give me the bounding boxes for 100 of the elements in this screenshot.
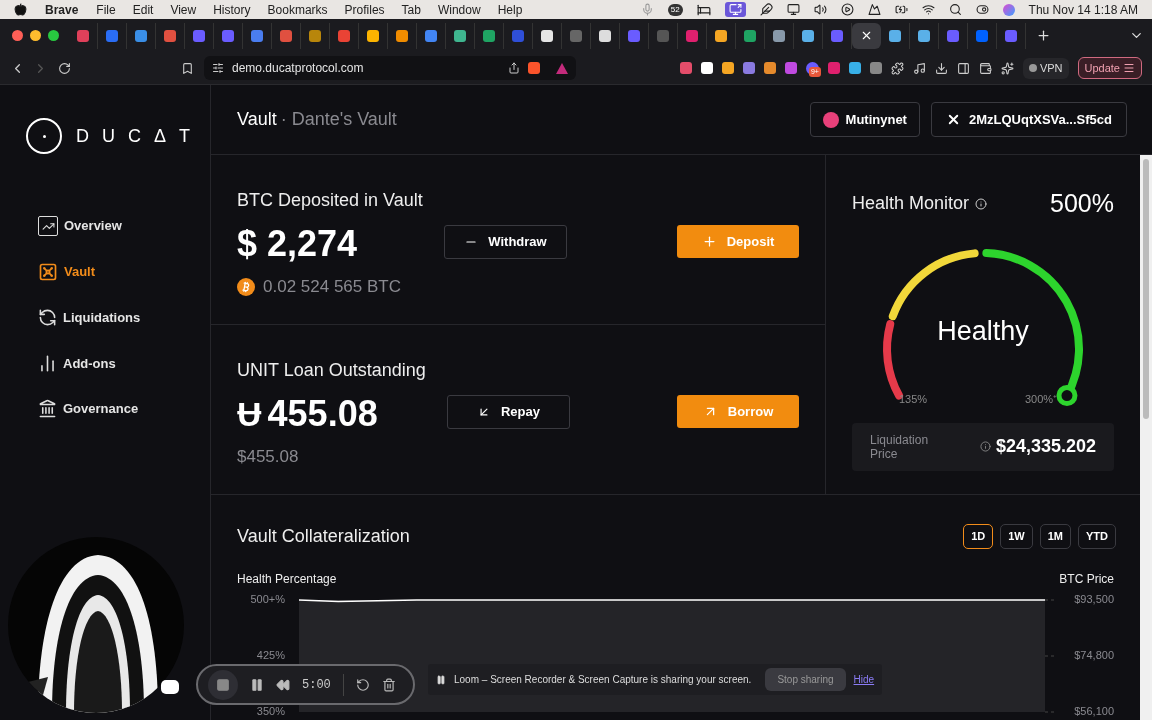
screen-share-icon[interactable] [724,2,746,17]
wallet-button[interactable]: 2MzLQUqtXSVa...Sf5cd [930,102,1127,137]
sidebar-item[interactable]: Governance [38,399,210,419]
sidebar-item[interactable]: Vault [38,262,210,282]
section-title: Vault Collateralization [237,525,410,548]
menu-icon[interactable] [1123,62,1135,74]
vault-icon[interactable] [38,262,58,282]
menu-clock[interactable]: Thu Nov 14 1:18 AM [1028,0,1138,19]
battery-icon[interactable] [894,3,908,16]
swap-icon[interactable] [38,308,57,328]
network-logo-icon [822,111,839,128]
range-tab[interactable]: YTD [1078,524,1116,549]
stop-button[interactable] [208,669,238,700]
plus-icon [701,234,717,249]
vpn-button[interactable]: VPN [1022,57,1069,79]
card-title: UNIT Loan Outstanding [237,359,427,382]
sidebar-item[interactable]: Add-ons [38,353,210,373]
bookmark-icon[interactable] [181,61,194,75]
recording-timer: 5:00 [302,676,331,694]
monitor-icon[interactable] [786,3,800,16]
currency-symbol: Ʉ [237,394,262,434]
menu-item[interactable]: Brave [45,0,79,19]
y-axis-label: 500+% [250,593,285,605]
volume-icon[interactable] [813,3,827,16]
menu-item[interactable]: History [213,0,251,19]
withdraw-button[interactable]: Withdraw [444,225,567,259]
gauge-max-label: 300%⁺ [1025,391,1058,407]
info-icon[interactable] [979,441,991,452]
info-icon[interactable] [975,197,988,210]
sparkle-icon[interactable] [1000,61,1014,75]
usd-value: $455.08 [237,446,300,468]
wifi-icon[interactable] [921,3,935,16]
mountain-icon[interactable] [867,3,881,16]
range-tab[interactable]: 1M [1039,524,1071,549]
update-button[interactable]: Update [1077,57,1142,79]
menu-item[interactable]: Bookmarks [267,0,328,19]
play-icon[interactable] [840,3,854,16]
y-axis-label: 425% [256,648,285,661]
minimize-window-button[interactable] [30,30,41,41]
sidebar-item[interactable]: Liquidations [38,308,210,328]
share-icon[interactable] [508,62,520,74]
notice-text: Loom – Screen Recorder & Screen Capture is sharing your screen. [454,673,752,687]
hide-link[interactable]: Hide [853,672,875,687]
rewind-icon[interactable] [276,677,290,692]
restart-icon[interactable] [355,677,370,692]
liquidation-label: Liquidation Price [870,432,930,461]
amount: $ 2,274 [237,224,359,264]
gauge-min-label: 135% [899,391,928,407]
health-status: Healthy [937,314,1029,347]
stop-icon[interactable] [216,677,230,692]
menu-item[interactable]: Window [437,0,481,19]
menu-item[interactable]: Help [497,0,523,19]
menu-item[interactable]: File [96,0,116,19]
range-tab[interactable]: 1W [1000,524,1033,549]
browser-tab[interactable] [852,22,881,49]
reload-icon[interactable] [58,61,71,75]
close-window-button[interactable] [12,30,23,41]
menu-item[interactable]: Profiles [344,0,385,19]
maximize-window-button[interactable] [48,30,59,41]
network-button[interactable]: Mutinynet [809,102,920,137]
download-icon[interactable] [934,61,948,75]
apple-icon[interactable] [14,3,27,16]
menu-item[interactable]: View [170,0,197,19]
triangle-icon[interactable] [556,62,568,74]
wallet-icon[interactable] [978,61,992,75]
site-settings-icon[interactable] [212,62,224,74]
siri-icon[interactable] [1002,3,1015,16]
extension-icon[interactable] [721,62,734,74]
menu-item[interactable]: Tab [401,0,421,19]
extensions-icon[interactable] [890,61,904,75]
range-tab[interactable]: 1D [963,524,994,549]
feather-icon[interactable] [759,3,773,16]
music-icon[interactable] [912,61,926,75]
chart-icon[interactable] [38,216,58,236]
trash-icon[interactable] [381,677,396,692]
control-center-icon[interactable] [975,3,989,16]
bank-icon[interactable] [38,399,57,419]
vault-name: · Dante's Vault [280,108,397,131]
bitcoin-icon [237,277,255,296]
pause-icon [436,674,446,685]
bar-chart-icon[interactable] [38,353,57,373]
menu-item[interactable]: Edit [132,0,154,19]
address-field[interactable]: demo.ducatprotocol.com [204,56,576,80]
extension-icon[interactable] [848,62,861,74]
status-badge[interactable]: 52 [667,3,683,16]
search-icon[interactable] [948,3,962,16]
close-icon[interactable] [860,29,873,42]
sidebar-icon[interactable] [956,61,970,75]
panel-title: Health Monitor [852,192,970,216]
pause-icon[interactable] [250,677,264,692]
bed-icon[interactable] [696,2,711,17]
btc-value: 0.02 524 565 BTC [263,276,401,298]
repay-button[interactable]: Repay [447,395,570,429]
stop-sharing-button[interactable]: Stop sharing [765,668,846,691]
extension-icon[interactable] [763,62,776,74]
axis-title: Health Percentage [237,571,337,588]
new-tab-icon[interactable] [1036,28,1051,43]
axis-title: BTC Price [1059,571,1114,588]
extension-icon[interactable] [700,62,713,74]
sidebar-item[interactable]: Overview [38,216,210,236]
